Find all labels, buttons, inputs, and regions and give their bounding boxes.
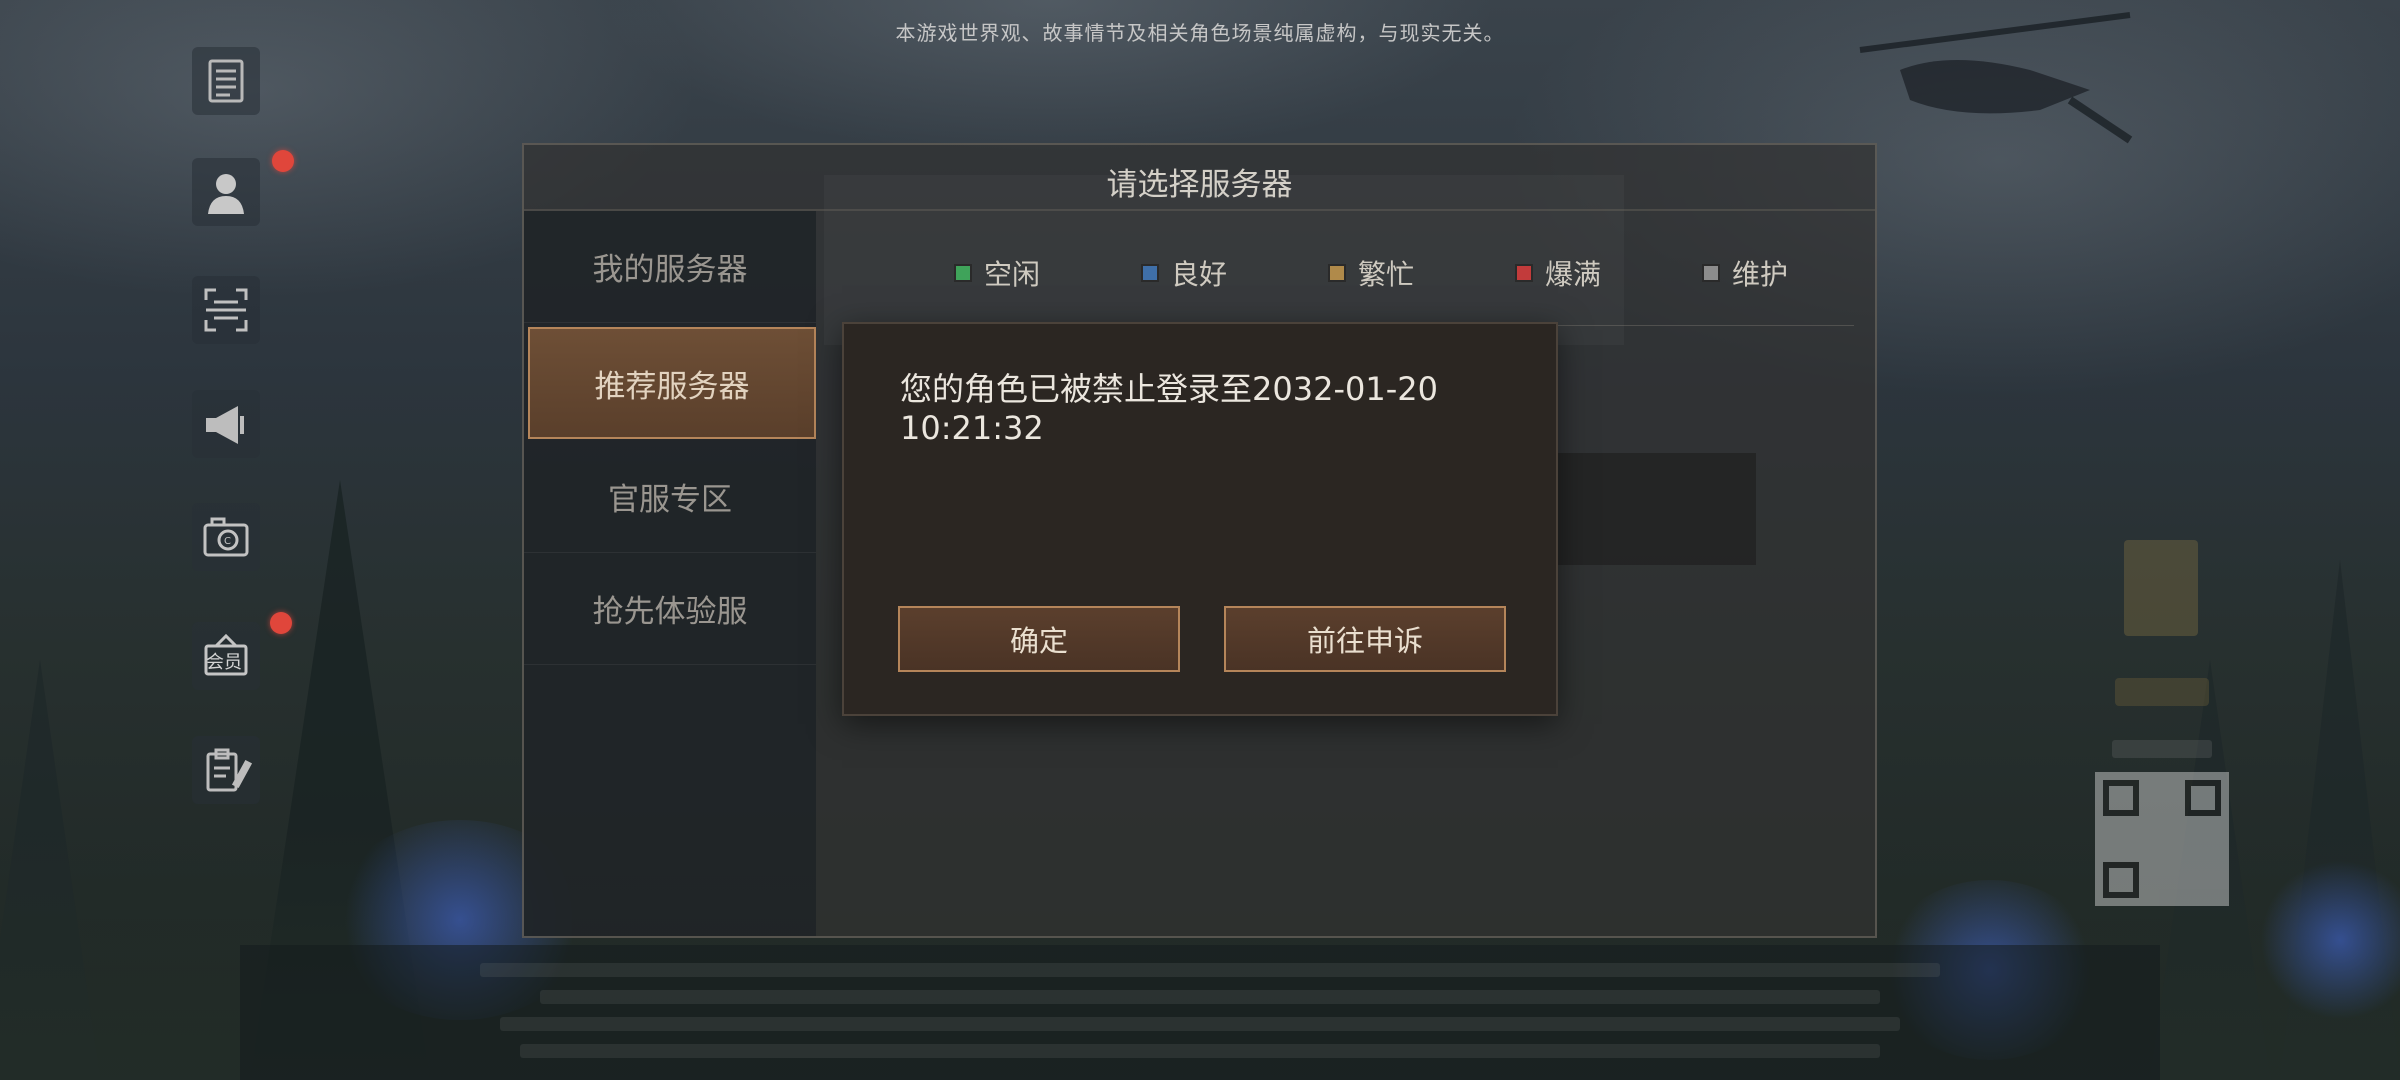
tab-official-servers[interactable]: 官服专区 [524, 441, 816, 553]
legend-maintenance: 维护 [1702, 253, 1788, 293]
ban-notice-dialog: 您的角色已被禁止登录至2032-01-20 10:21:32 确定 前往申诉 [842, 322, 1558, 716]
status-square-icon [1328, 264, 1346, 282]
status-square-icon [954, 264, 972, 282]
legend-label: 维护 [1732, 258, 1789, 291]
membership-notification-badge [270, 612, 292, 634]
announcement-icon[interactable] [192, 47, 260, 115]
status-square-icon [1702, 264, 1720, 282]
footer-legal-band [240, 945, 2160, 1080]
legend-idle: 空闲 [954, 253, 1040, 293]
legend-label: 空闲 [984, 258, 1041, 291]
scan-icon[interactable] [192, 276, 260, 344]
qr-caption [2112, 740, 2212, 758]
server-category-sidebar: 我的服务器 推荐服务器 官服专区 抢先体验服 [524, 211, 816, 936]
tab-recommended-servers[interactable]: 推荐服务器 [528, 327, 816, 439]
promo-banner[interactable] [2124, 540, 2198, 636]
camera-icon[interactable]: C [192, 503, 260, 571]
status-square-icon [1141, 264, 1159, 282]
legend-label: 繁忙 [1358, 258, 1415, 291]
panel-title: 请选择服务器 [1106, 167, 1293, 203]
disclaimer-notice: 本游戏世界观、故事情节及相关角色场景纯属虚构，与现实无关。 [895, 21, 1505, 45]
legend-good: 良好 [1141, 253, 1227, 293]
confirm-button[interactable]: 确定 [898, 606, 1180, 672]
svg-text:C: C [224, 536, 231, 547]
account-icon[interactable] [192, 158, 260, 226]
legend-label: 良好 [1171, 258, 1228, 291]
legend-full: 爆满 [1515, 253, 1601, 293]
tab-early-access-servers[interactable]: 抢先体验服 [524, 553, 816, 665]
membership-icon[interactable]: 会员 [192, 622, 260, 690]
legend-busy: 繁忙 [1328, 253, 1414, 293]
appeal-button[interactable]: 前往申诉 [1224, 606, 1506, 672]
server-status-legend: 空闲 良好 繁忙 爆满 维护 [844, 253, 1844, 303]
promo-tag[interactable] [2115, 678, 2209, 706]
ban-message: 您的角色已被禁止登录至2032-01-20 10:21:32 [900, 370, 1438, 447]
legend-label: 爆满 [1545, 258, 1602, 291]
tab-my-servers[interactable]: 我的服务器 [524, 211, 816, 323]
account-notification-badge [272, 150, 294, 172]
membership-label: 会员 [206, 652, 242, 673]
qr-code-image [2095, 772, 2229, 906]
megaphone-icon[interactable] [192, 390, 260, 458]
status-square-icon [1515, 264, 1533, 282]
survey-icon[interactable] [192, 736, 260, 804]
